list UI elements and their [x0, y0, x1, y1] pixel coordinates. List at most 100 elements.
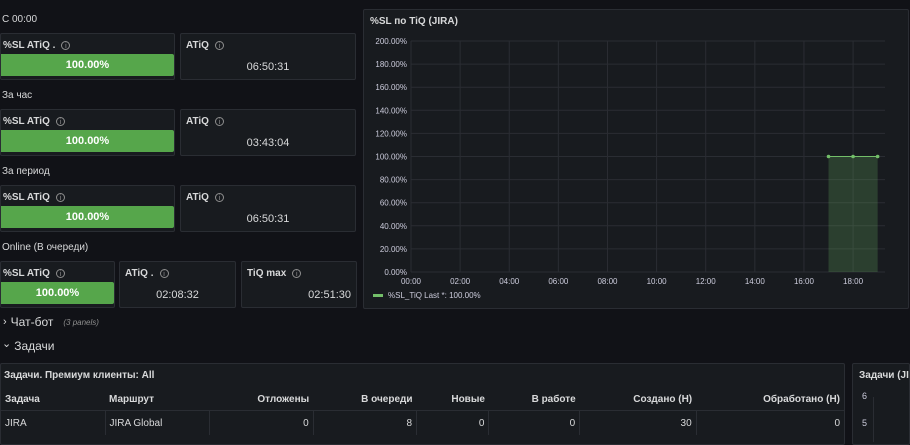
stat-value: 06:50:31	[246, 213, 290, 225]
info-icon[interactable]: i	[159, 269, 169, 278]
x-tick-label: 16:00	[794, 277, 815, 286]
info-icon[interactable]: i	[55, 193, 65, 202]
chevron-down-icon: ⌄	[2, 338, 12, 350]
y-tick-label: 180.00%	[375, 60, 407, 69]
table-cell: 0	[416, 410, 490, 435]
panel-title: ATiQ	[186, 192, 209, 203]
stat-value: 06:50:31	[246, 61, 290, 73]
column-header[interactable]: Создано (Н)	[579, 389, 697, 411]
x-tick-label: 18:00	[843, 277, 864, 286]
column-header[interactable]: Новые	[416, 389, 489, 411]
legend-swatch	[373, 294, 383, 297]
panel-title: %SL ATiQ .	[3, 40, 56, 51]
sl-atiq-gauge-panel[interactable]: %SL ATiQ . i 100.00%	[0, 33, 175, 80]
x-tick-label: 08:00	[597, 277, 618, 286]
x-tick-label: 12:00	[696, 277, 717, 286]
atiq-stat-panel[interactable]: ATiQ i 03:43:04	[180, 109, 356, 156]
row-chatbot[interactable]: › Чат-бот (3 panels)	[0, 312, 910, 332]
stat-value: 02:51:30	[308, 289, 351, 301]
y-tick-label: 60.00%	[380, 199, 407, 208]
y-tick-label: 6	[862, 391, 868, 401]
panel-title: %SL ATiQ	[3, 192, 50, 203]
gauge-bar: 100.00%	[1, 282, 114, 304]
section-label-online: Online (В очереди)	[2, 242, 89, 253]
table-header-row: Задача Маршрут Отложены В очереди Новые …	[1, 389, 844, 411]
sl-atiq-gauge-panel[interactable]: %SL ATiQ i 100.00%	[0, 261, 115, 308]
x-tick-label: 02:00	[450, 277, 471, 286]
x-tick-label: 06:00	[548, 277, 569, 286]
tiq-max-stat-panel[interactable]: TiQ max i 02:51:30	[241, 261, 357, 308]
table-panel-title: Задачи. Премиум клиенты: All	[4, 370, 155, 381]
panel-title: %SL ATiQ	[3, 268, 50, 279]
grid-line	[873, 397, 874, 442]
atiq-stat-panel[interactable]: ATiQ i 06:50:31	[180, 33, 356, 80]
chevron-right-icon: ›	[3, 316, 7, 328]
atiq-stat-panel[interactable]: ATiQ i 06:50:31	[180, 185, 356, 232]
table-cell: JIRA	[1, 410, 106, 435]
section-label-last-hour: За час	[2, 90, 33, 101]
table-cell: JIRA Global	[105, 410, 210, 435]
table-cell: 0	[209, 410, 314, 435]
panel-title: %SL ATiQ	[3, 116, 50, 127]
info-icon[interactable]: i	[214, 193, 224, 202]
x-tick-label: 04:00	[499, 277, 520, 286]
x-tick-label: 00:00	[401, 277, 422, 286]
column-header[interactable]: В очереди	[313, 389, 417, 411]
y-tick-label: 140.00%	[375, 106, 407, 115]
table-cell: 30	[579, 410, 697, 435]
data-point	[875, 154, 880, 159]
section-label-since-midnight: С 00:00	[2, 14, 38, 25]
gauge-value: 100.00%	[65, 135, 110, 147]
info-icon[interactable]: i	[214, 41, 224, 50]
y-tick-label: 40.00%	[380, 222, 407, 231]
panel-title: TiQ max	[247, 268, 287, 279]
y-tick-label: 80.00%	[380, 176, 407, 185]
info-icon[interactable]: i	[55, 269, 65, 278]
column-header[interactable]: Отложены	[209, 389, 314, 411]
table-row[interactable]: JIRA JIRA Global 0 8 0 0 30 0	[1, 410, 844, 435]
section-label-period: За период	[2, 166, 50, 177]
tasks-table: Задача Маршрут Отложены В очереди Новые …	[1, 389, 844, 435]
row-title: Чат-бот	[10, 315, 54, 329]
info-icon[interactable]: i	[61, 41, 71, 50]
sl-tiq-chart-panel[interactable]: %SL по TiQ (JIRA) 0.00% 20.00% 40.00% 60.00…	[363, 9, 909, 309]
info-icon[interactable]: i	[214, 117, 224, 126]
y-tick-label: 160.00%	[375, 83, 407, 92]
y-tick-label: 5	[862, 418, 868, 428]
sl-atiq-gauge-panel[interactable]: %SL ATiQ i 100.00%	[0, 109, 175, 156]
tasks-jira-chart-panel[interactable]: Задачи (JIR 6 5	[852, 363, 910, 445]
column-header[interactable]: Обработано (Н)	[696, 389, 844, 411]
gauge-bar: 100.00%	[1, 130, 174, 152]
y-tick-label: 120.00%	[375, 129, 407, 138]
tasks-table-panel[interactable]: Задачи. Премиум клиенты: All Задача Марш…	[0, 363, 845, 445]
x-tick-label: 10:00	[647, 277, 668, 286]
table-cell: 8	[313, 410, 418, 435]
info-icon[interactable]: i	[55, 117, 65, 126]
x-tick-label: 14:00	[745, 277, 766, 286]
legend-label: %SL_TiQ Last *: 100.00%	[388, 291, 481, 300]
gauge-value: 100.00%	[35, 287, 80, 299]
column-header[interactable]: В работе	[488, 389, 580, 411]
chart-panel-title: Задачи (JIR	[859, 370, 909, 381]
panel-title: ATiQ	[186, 40, 209, 51]
gauge-bar: 100.00%	[1, 206, 174, 228]
stat-value: 02:08:32	[156, 289, 199, 301]
info-icon[interactable]: i	[292, 269, 302, 278]
panel-title: ATiQ .	[125, 268, 154, 279]
y-tick-label: 200.00%	[375, 37, 407, 46]
y-tick-label: 100.00%	[375, 153, 407, 162]
table-cell: 0	[488, 410, 581, 435]
atiq-stat-panel[interactable]: ATiQ . i 02:08:32	[119, 261, 236, 308]
column-header[interactable]: Маршрут	[105, 389, 209, 411]
stat-value: 03:43:04	[246, 137, 290, 149]
gauge-bar: 100.00%	[1, 54, 174, 76]
panel-title: ATiQ	[186, 116, 209, 127]
data-point	[826, 154, 831, 159]
sl-atiq-gauge-panel[interactable]: %SL ATiQ i 100.00%	[0, 185, 175, 232]
column-header[interactable]: Задача	[1, 389, 105, 411]
sl-tiq-chart: 0.00% 20.00% 40.00% 60.00% 80.00% 100.00% 120.…	[373, 37, 885, 300]
y-tick-label: 20.00%	[380, 245, 407, 254]
row-title: Задачи	[14, 339, 55, 353]
row-tasks[interactable]: ⌄ Задачи	[0, 336, 910, 356]
gauge-value: 100.00%	[65, 59, 110, 71]
